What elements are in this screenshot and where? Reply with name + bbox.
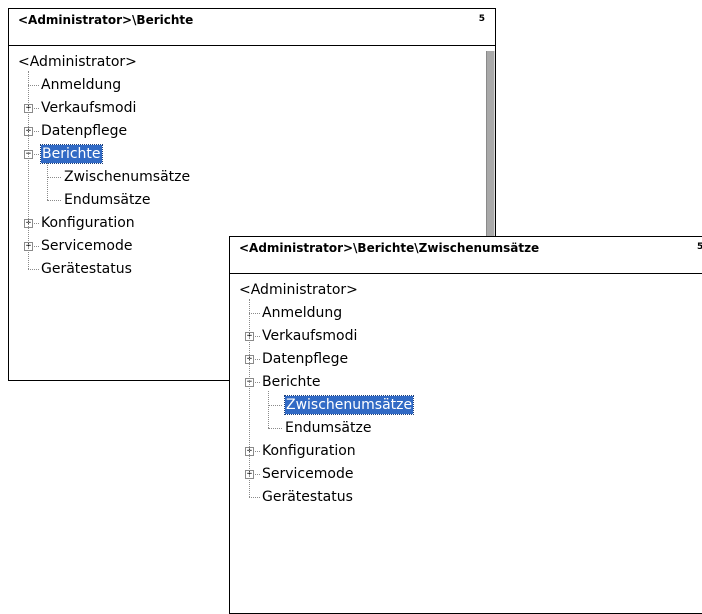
tree-connector (268, 428, 282, 429)
tree-item-servicemode[interactable]: Servicemode (262, 465, 353, 483)
title-bar: <Administrator>\Berichte\Zwischenumsätze… (230, 237, 702, 274)
tree-root[interactable]: <Administrator> (239, 281, 358, 299)
tree-item-datenpflege[interactable]: Datenpflege (262, 350, 348, 368)
tree-item-anmeldung[interactable]: Anmeldung (262, 304, 342, 322)
title-indicator: 5 (478, 14, 485, 24)
tree-item-servicemode[interactable]: Servicemode (41, 237, 132, 255)
title-bar: <Administrator>\Berichte 5 (9, 9, 495, 46)
window-title: <Administrator>\Berichte\Zwischenumsätze (239, 241, 540, 255)
tree-item-geraetestatus[interactable]: Gerätestatus (41, 260, 132, 278)
window-title: <Administrator>\Berichte (18, 13, 194, 27)
tree-item-zwischenumsaetze[interactable]: Zwischenumsätze (64, 168, 190, 186)
tree-item-verkaufsmodi[interactable]: Verkaufsmodi (41, 99, 136, 117)
tree-item-geraetestatus[interactable]: Gerätestatus (262, 488, 353, 506)
tree-item-konfiguration[interactable]: Konfiguration (41, 214, 135, 232)
tree-item-endumsaetze[interactable]: Endumsätze (285, 419, 371, 437)
tree-item-anmeldung[interactable]: Anmeldung (41, 76, 121, 94)
tree-item-berichte[interactable]: Berichte (40, 144, 103, 164)
tree-item-verkaufsmodi[interactable]: Verkaufsmodi (262, 327, 357, 345)
tree-connector (47, 177, 61, 178)
tree-item-datenpflege[interactable]: Datenpflege (41, 122, 127, 140)
tree-trunk (249, 299, 250, 497)
tree-connector (28, 269, 39, 270)
tree-item-endumsaetze[interactable]: Endumsätze (64, 191, 150, 209)
tree-root[interactable]: <Administrator> (18, 53, 137, 71)
tree-connector (268, 405, 282, 406)
tree-connector (47, 200, 61, 201)
tree-connector (28, 85, 39, 86)
tree-item-berichte[interactable]: Berichte (262, 373, 321, 391)
tree-trunk (28, 71, 29, 269)
tree-item-zwischenumsaetze[interactable]: Zwischenumsätze (283, 395, 415, 415)
tree-connector (249, 497, 260, 498)
tree-item-konfiguration[interactable]: Konfiguration (262, 442, 356, 460)
tree-branch (47, 163, 48, 200)
tree-connector (249, 313, 260, 314)
title-indicator: 51 (697, 242, 702, 252)
report-window-zwischenumsaetze: <Administrator>\Berichte\Zwischenumsätze… (229, 236, 702, 614)
tree-branch (268, 391, 269, 428)
